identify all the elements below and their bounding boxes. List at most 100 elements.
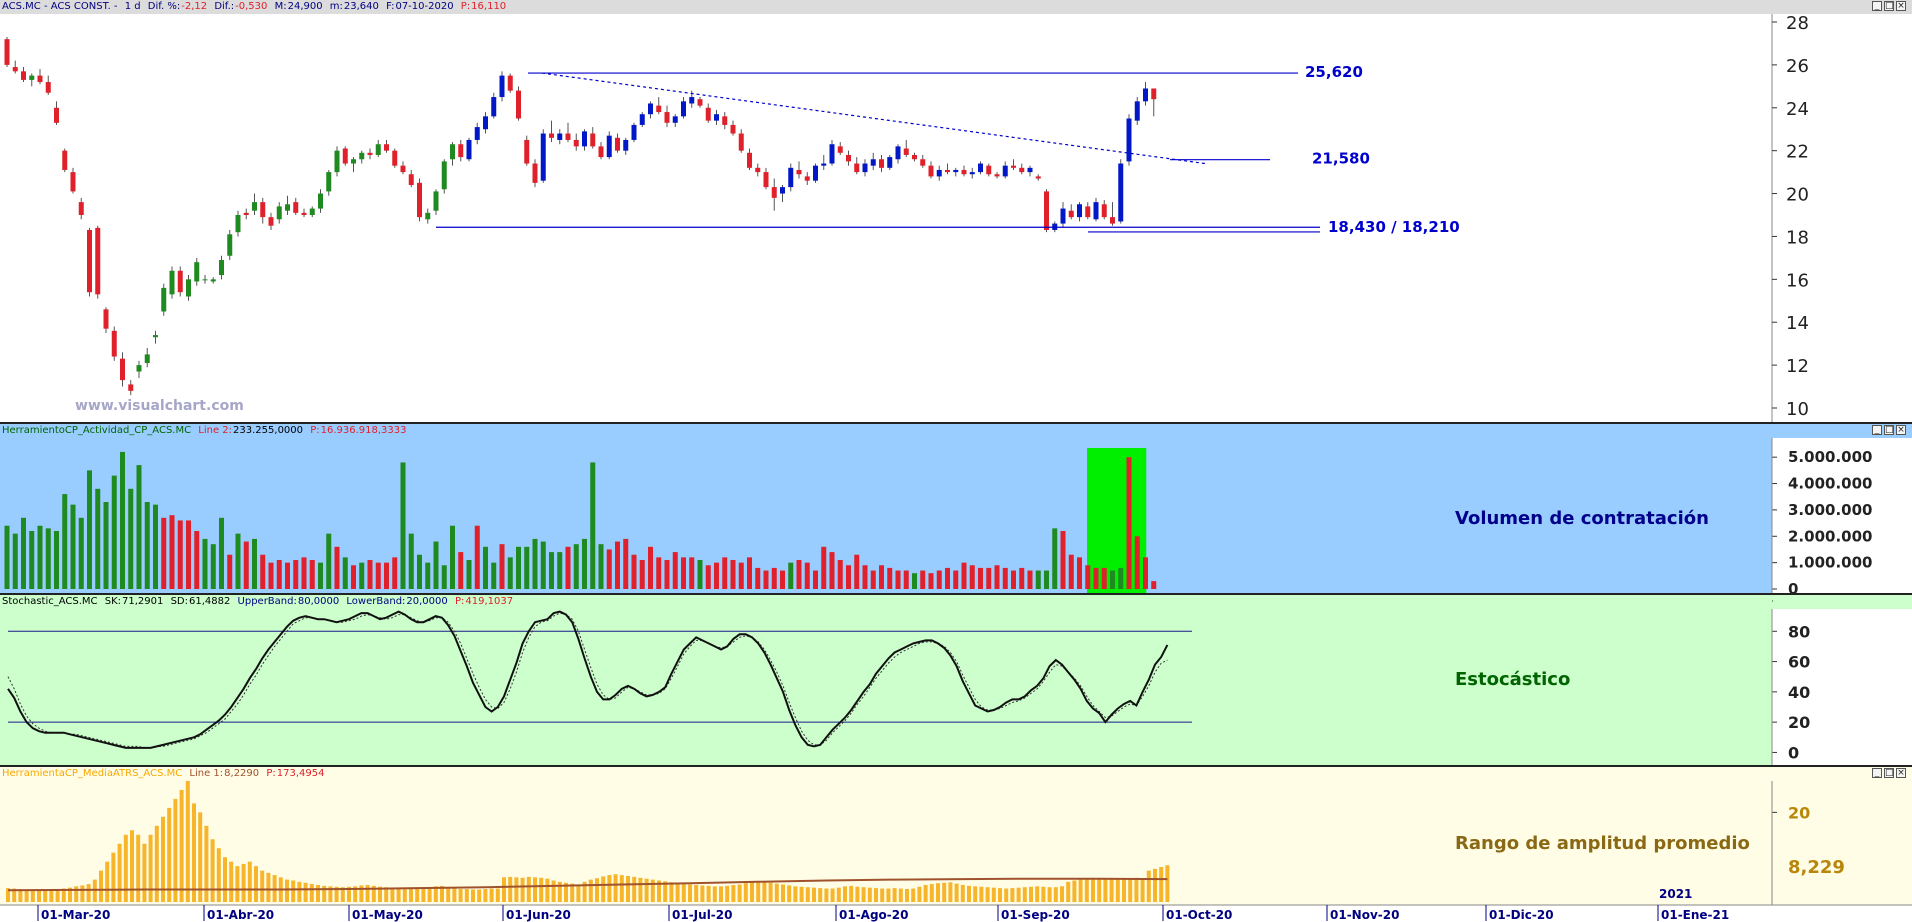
atr-bar: [1153, 868, 1157, 902]
atr-bar: [123, 834, 128, 902]
price-axis-tick-label: 10: [1786, 399, 1809, 420]
candle: [78, 202, 84, 215]
volume-pane[interactable]: HerramientoCP_Actividad_CP_ACS.MC Line 2…: [0, 424, 1912, 593]
atr-bar: [669, 882, 674, 902]
volume-bar: [1101, 567, 1107, 589]
candle: [285, 204, 290, 211]
atr-bar: [24, 889, 29, 902]
atr-bar: [911, 888, 916, 902]
atr-bar: [483, 889, 488, 902]
volume-bar: [136, 465, 142, 589]
atr-bar: [1159, 867, 1164, 902]
atr-bar: [681, 884, 686, 902]
volume-bar: [689, 557, 695, 589]
candle: [689, 97, 695, 104]
atr-bar: [725, 885, 730, 902]
volume-bar: [953, 570, 959, 589]
volume-bar: [969, 565, 975, 589]
date-label: F:: [386, 1, 395, 12]
atr-bar: [1004, 888, 1009, 902]
candle: [639, 114, 645, 125]
volume-bar: [45, 528, 51, 589]
volume-bar: [1060, 531, 1066, 589]
atr-bar: [291, 880, 296, 902]
volume-bar: [1110, 570, 1115, 589]
atr-bar: [781, 884, 785, 902]
atr-bar: [1165, 865, 1170, 902]
candle: [1027, 167, 1033, 173]
dif-pct-value: -2,12: [181, 1, 208, 12]
atr-bar: [458, 889, 463, 902]
atr-bar: [489, 888, 494, 902]
volume-bar: [606, 549, 612, 589]
candle: [268, 217, 274, 226]
atr-bar: [1066, 881, 1071, 902]
stoch-axis-cover: [1773, 595, 1912, 609]
candle: [656, 105, 662, 113]
atr-bar: [712, 886, 717, 902]
atr-bar: [737, 884, 742, 902]
candle: [474, 127, 480, 140]
candle: [1019, 167, 1025, 173]
volume-axis-tick-label: 4.000.000: [1788, 475, 1872, 493]
stochastic-chart[interactable]: 020406080100: [0, 595, 1912, 765]
candle: [854, 163, 860, 173]
stochastic-pane[interactable]: Stochastic_ACS.MC SK:71,2901 SD:61,4882 …: [0, 595, 1912, 765]
maximize-icon[interactable]: □: [1884, 1, 1894, 11]
volume-bar: [573, 544, 579, 589]
volume-bar: [961, 562, 967, 589]
volume-bar: [474, 525, 480, 589]
atr-bar: [886, 888, 891, 902]
candle: [400, 165, 406, 173]
volume-bar: [186, 520, 191, 589]
x-axis-tick-label: 01-May-20: [352, 908, 423, 922]
candle: [120, 358, 125, 381]
candle: [276, 206, 282, 220]
candle: [235, 215, 241, 233]
candle: [631, 124, 637, 140]
price-axis-tick-label: 14: [1786, 313, 1809, 334]
atr-bar: [1115, 878, 1120, 902]
volume-bar: [227, 554, 233, 589]
atr-bar: [136, 834, 141, 902]
candle: [705, 107, 711, 121]
atr-pane[interactable]: HerramientaCP_MediaATRS_ACS.MC Line 1:8,…: [0, 767, 1912, 922]
volume-bar: [565, 546, 571, 589]
candle: [1093, 202, 1099, 220]
candle: [516, 90, 521, 119]
candle: [598, 146, 604, 158]
minimize-icon[interactable]: _: [1872, 1, 1882, 11]
candle: [1110, 217, 1115, 224]
atr-current-value: 8,229: [1788, 857, 1845, 878]
price-pane[interactable]: ACS.MC - ACS CONST. - 1 d Dif. %:-2,12 D…: [0, 0, 1912, 424]
candle: [103, 309, 109, 329]
candle: [1085, 206, 1091, 218]
candle: [1143, 88, 1148, 102]
volume-bar: [714, 562, 719, 589]
volume-bar: [375, 562, 381, 589]
volume-bar: [1093, 567, 1099, 589]
price-axis-tick-label: 18: [1786, 227, 1809, 248]
max-label: M:: [274, 1, 287, 12]
volume-bar: [384, 562, 389, 589]
atr-bar: [874, 888, 878, 902]
candle: [417, 182, 422, 218]
volume-bar: [1151, 581, 1157, 589]
candle: [491, 97, 497, 117]
volume-bar: [161, 517, 167, 589]
close-icon[interactable]: ×: [1896, 1, 1906, 11]
atr-bar: [830, 888, 835, 902]
volume-bar: [879, 565, 884, 589]
candle: [408, 174, 414, 185]
price-chart[interactable]: 10 12 14 16 18 20 22 24 26 28 25,620 21,580 18,430 /…: [0, 14, 1912, 424]
atr-bar: [998, 888, 1002, 902]
volume-bar: [1134, 536, 1140, 589]
volume-bar: [549, 552, 554, 589]
volume-bar: [466, 560, 472, 589]
atr-bar: [204, 825, 209, 902]
volume-bar: [392, 557, 398, 589]
x-axis-tick-label: 01-Dic-20: [1489, 908, 1554, 922]
atr-bar: [520, 877, 525, 902]
atr-bar: [409, 888, 413, 902]
volume-bar: [417, 554, 422, 589]
